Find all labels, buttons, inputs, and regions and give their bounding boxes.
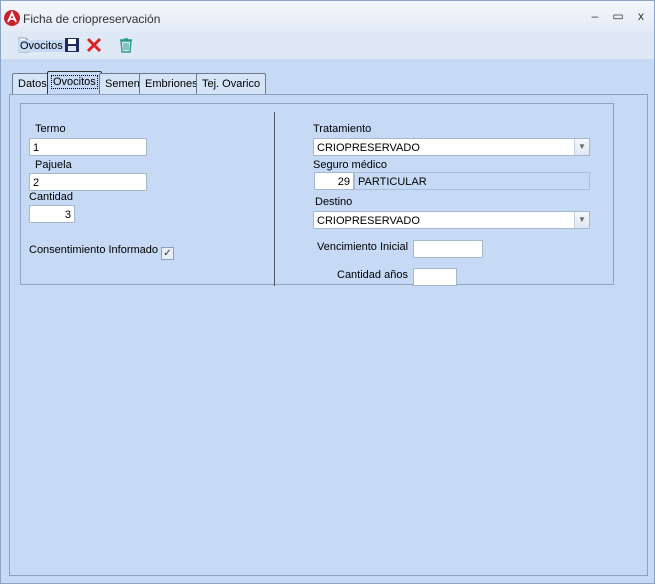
criopreservacion-window: Ficha de criopreservación – ▭ x Datos Ov… [0, 0, 655, 584]
cantidad-label: Cantidad [29, 191, 74, 203]
delete-x-icon[interactable] [85, 36, 103, 54]
tab-tej-ovarico[interactable]: Tej. Ovarico [196, 73, 267, 94]
column-divider [274, 112, 275, 286]
tratamiento-label: Tratamiento [313, 123, 372, 135]
vencimiento-field[interactable] [413, 240, 483, 258]
maximize-button[interactable]: ▭ [610, 9, 626, 23]
ovocitos-group-title: Ovocitos [18, 40, 65, 52]
tab-ovocitos[interactable]: Ovocitos [47, 71, 102, 95]
chevron-down-icon[interactable]: ▼ [574, 139, 589, 155]
save-icon[interactable] [63, 36, 81, 54]
cantidad-anos-label: Cantidad años [337, 269, 408, 281]
consentimiento-checkbox[interactable]: ✓ [161, 247, 174, 260]
destino-select[interactable]: CRIOPRESERVADO ▼ [313, 211, 590, 229]
trash-icon[interactable] [117, 36, 135, 54]
cantidad-anos-field[interactable] [413, 268, 457, 286]
title-bar[interactable]: Ficha de criopreservación – ▭ x [1, 1, 654, 31]
toolbar [1, 31, 654, 59]
termo-field[interactable]: 1 [29, 138, 147, 156]
cantidad-field[interactable]: 3 [29, 205, 75, 223]
destino-value: CRIOPRESERVADO [317, 215, 420, 227]
tab-embriones[interactable]: Embriones [139, 73, 204, 94]
seguro-label: Seguro médico [313, 159, 387, 171]
vencimiento-label: Vencimiento Inicial [317, 241, 409, 253]
seguro-code-field[interactable]: 29 [314, 172, 354, 190]
window-title: Ficha de criopreservación [23, 12, 161, 26]
termo-label: Termo [35, 123, 66, 135]
chevron-down-icon[interactable]: ▼ [574, 212, 589, 228]
pajuela-label: Pajuela [35, 159, 72, 171]
pajuela-field[interactable]: 2 [29, 173, 147, 191]
seguro-name-field: PARTICULAR [354, 172, 590, 190]
minimize-button[interactable]: – [587, 9, 603, 23]
tratamiento-value: CRIOPRESERVADO [317, 142, 420, 154]
destino-label: Destino [315, 196, 353, 208]
tratamiento-select[interactable]: CRIOPRESERVADO ▼ [313, 138, 590, 156]
consentimiento-label: Consentimiento Informado [29, 244, 159, 256]
close-button[interactable]: x [633, 9, 649, 23]
app-logo-icon [4, 10, 20, 26]
